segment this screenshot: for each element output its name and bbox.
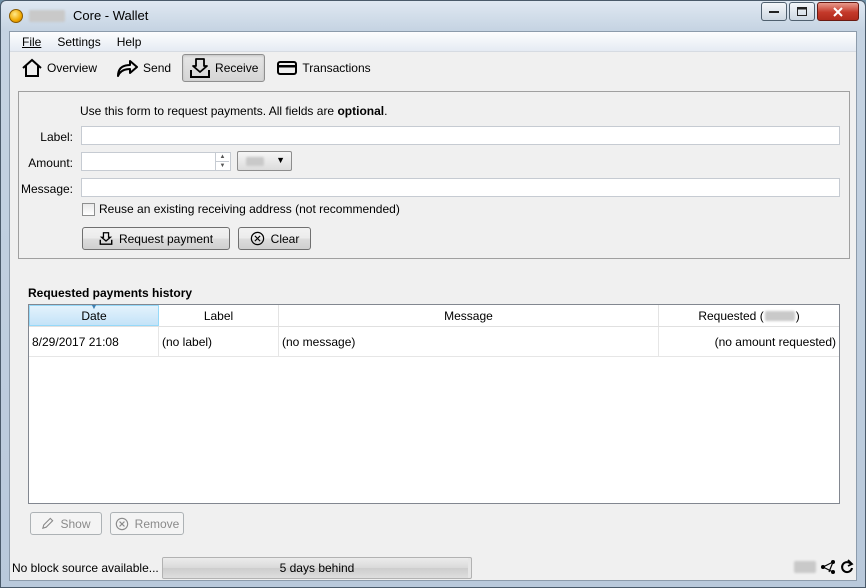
menu-help-label: Help — [116, 34, 142, 49]
close-icon — [833, 6, 843, 17]
message-field-label: Message: — [20, 182, 73, 196]
row-label: (no label) — [159, 327, 279, 356]
tab-transactions-label: Transactions — [302, 61, 371, 75]
request-form: Use this form to request payments. All f… — [18, 91, 850, 259]
column-message[interactable]: Message — [279, 305, 659, 326]
app-window: Core - Wallet File Settings Help Overvie… — [0, 0, 866, 588]
remove-circle-x-icon — [115, 517, 128, 530]
row-date: 8/29/2017 21:08 — [29, 327, 159, 356]
amount-field-label: Amount: — [28, 156, 73, 170]
close-button[interactable] — [817, 2, 859, 21]
reuse-address-checkbox[interactable] — [82, 202, 95, 216]
spin-up-icon[interactable]: ▲ — [215, 153, 229, 161]
tab-overview[interactable]: Overview — [14, 54, 104, 82]
window-controls — [761, 2, 859, 21]
unit-select[interactable]: ▼ — [237, 151, 292, 171]
request-payment-button[interactable]: Request payment — [82, 227, 230, 250]
request-payment-label: Request payment — [118, 231, 214, 246]
form-intro-bold: optional — [337, 104, 385, 118]
network-icon[interactable] — [820, 559, 836, 575]
tab-transactions[interactable]: Transactions — [269, 54, 377, 82]
tab-overview-label: Overview — [47, 61, 98, 75]
main-toolbar: Overview Send Receive Transactions — [10, 52, 856, 84]
redacted-unit — [246, 157, 264, 166]
reuse-address-label: Reuse an existing receiving address (not… — [99, 202, 400, 216]
sync-icon[interactable] — [840, 559, 854, 575]
form-intro-end: . — [384, 104, 388, 118]
tab-send-label: Send — [143, 61, 172, 75]
maximize-icon — [797, 7, 807, 16]
remove-button[interactable]: Remove — [110, 512, 184, 535]
status-bar: No block source available... 5 days behi… — [10, 553, 856, 581]
tab-receive-label: Receive — [215, 61, 259, 75]
sync-progress-bar: 5 days behind — [162, 557, 472, 579]
app-icon — [9, 9, 23, 23]
tab-send[interactable]: Send — [108, 54, 178, 82]
column-requested[interactable]: Requested ( ) — [659, 305, 839, 326]
redacted-status — [794, 561, 816, 573]
status-icons — [794, 559, 854, 575]
menu-file[interactable]: File — [14, 35, 49, 49]
label-field-label: Label: — [40, 130, 73, 144]
column-label-label: Label — [203, 308, 234, 323]
menu-bar: File Settings Help — [10, 32, 856, 52]
sort-indicator-icon: ▼ — [90, 304, 98, 311]
menu-settings-label: Settings — [57, 34, 101, 49]
redacted-title-prefix — [29, 10, 65, 22]
amount-spinner[interactable]: ▲ ▼ — [215, 153, 229, 170]
maximize-button[interactable] — [789, 2, 815, 21]
chevron-down-icon: ▼ — [276, 155, 285, 165]
column-requested-tail: ) — [795, 308, 800, 323]
receive-inbox-icon — [99, 232, 113, 245]
form-intro-text: Use this form to request payments. All f… — [80, 104, 338, 118]
window-title: Core - Wallet — [73, 8, 149, 23]
minimize-button[interactable] — [761, 2, 787, 21]
row-requested: (no amount requested) — [714, 334, 836, 349]
message-input[interactable] — [81, 178, 840, 197]
sync-progress-text: 5 days behind — [279, 561, 355, 575]
column-label[interactable]: Label — [159, 305, 279, 326]
send-arrow-icon — [117, 60, 139, 77]
block-source-status: No block source available... — [12, 561, 159, 575]
clear-label: Clear — [270, 231, 300, 246]
card-icon — [277, 61, 298, 75]
redacted-unit — [764, 310, 795, 321]
history-table[interactable]: ▼ Date Label Message Requested ( ) 8/29/… — [28, 304, 840, 504]
column-requested-label: Requested ( — [698, 308, 764, 323]
amount-input[interactable]: ▲ ▼ — [81, 152, 231, 171]
menu-settings[interactable]: Settings — [49, 35, 108, 49]
menu-help[interactable]: Help — [109, 35, 150, 49]
minimize-icon — [769, 10, 779, 13]
form-intro: Use this form to request payments. All f… — [80, 104, 387, 118]
column-message-label: Message — [444, 308, 493, 323]
table-row[interactable]: 8/29/2017 21:08 (no label) (no message) … — [29, 327, 839, 357]
column-date[interactable]: ▼ Date — [29, 304, 159, 326]
menu-file-label: File — [22, 34, 42, 49]
history-title: Requested payments history — [28, 286, 193, 300]
show-label: Show — [60, 516, 91, 531]
clear-button[interactable]: Clear — [238, 227, 311, 250]
show-button[interactable]: Show — [30, 512, 102, 535]
remove-label: Remove — [134, 516, 180, 531]
client-area: File Settings Help Overview Send Receive… — [9, 31, 857, 581]
spin-down-icon[interactable]: ▼ — [215, 161, 229, 170]
title-bar[interactable]: Core - Wallet — [1, 1, 865, 31]
tab-receive[interactable]: Receive — [182, 54, 266, 82]
reuse-address-row[interactable]: Reuse an existing receiving address (not… — [82, 202, 400, 216]
row-message: (no message) — [279, 327, 659, 356]
pencil-icon — [42, 517, 54, 529]
table-header: ▼ Date Label Message Requested ( ) — [29, 304, 839, 327]
label-input[interactable] — [81, 126, 840, 145]
clear-circle-x-icon — [250, 231, 264, 246]
receive-inbox-icon — [190, 58, 211, 78]
home-icon — [22, 58, 42, 77]
